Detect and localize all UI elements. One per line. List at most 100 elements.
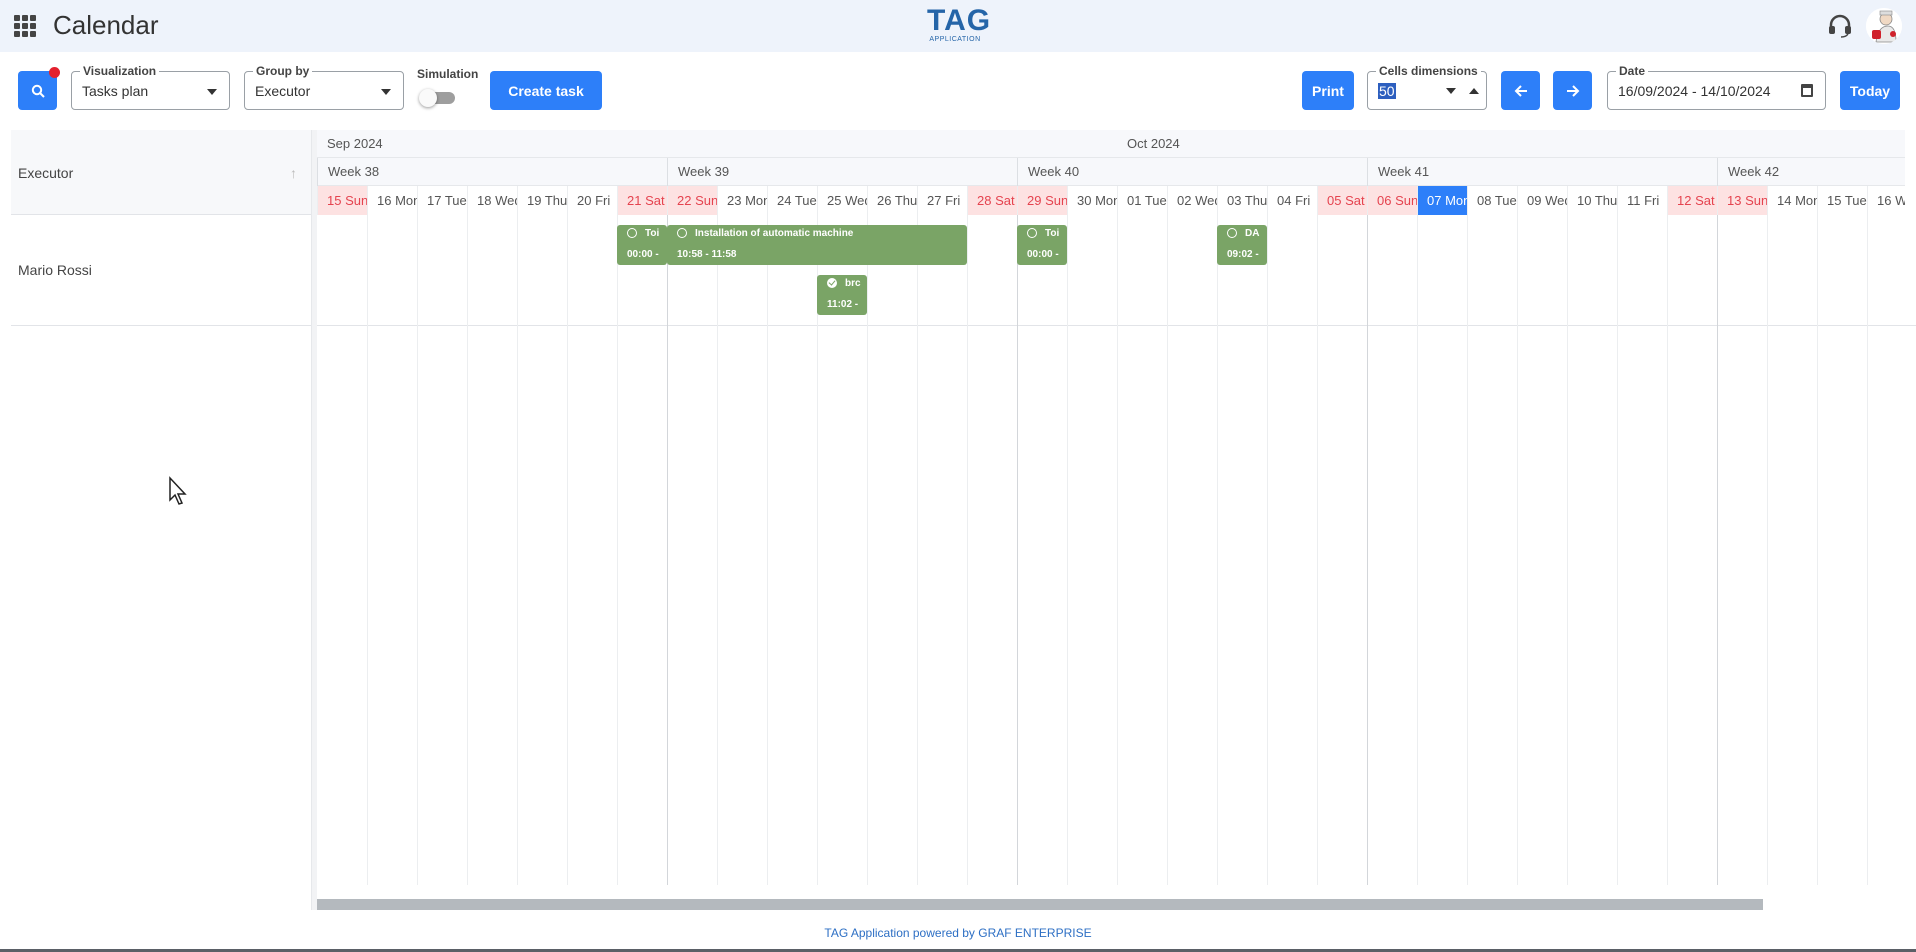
cells-dimensions-input[interactable]: 50	[1378, 83, 1396, 99]
day-header-cell[interactable]: 20 Fri	[567, 186, 617, 215]
grid-line	[1667, 215, 1668, 885]
day-header-cell[interactable]: 24 Tue	[767, 186, 817, 215]
simulation-label: Simulation	[417, 67, 479, 81]
day-header-cell[interactable]: 22 Sun	[667, 186, 717, 215]
decrement-icon[interactable]	[1446, 88, 1456, 94]
previous-period-button[interactable]	[1501, 71, 1540, 110]
calendar-icon[interactable]	[1801, 84, 1813, 97]
today-button[interactable]: Today	[1840, 71, 1900, 110]
day-header-cell[interactable]: 06 Sun	[1367, 186, 1417, 215]
week-label: Week 39	[667, 158, 1017, 186]
apps-grid-icon[interactable]	[14, 15, 36, 37]
grid-line	[1117, 215, 1118, 885]
grid-line	[567, 215, 568, 885]
grid-line	[667, 215, 668, 885]
grid-line	[1617, 215, 1618, 885]
next-period-button[interactable]	[1553, 71, 1592, 110]
day-header-cell[interactable]: 04 Fri	[1267, 186, 1317, 215]
day-header-cell[interactable]: 21 Sat	[617, 186, 667, 215]
task-time: 09:02 -	[1227, 249, 1259, 260]
grid-line	[367, 215, 368, 885]
group-column-header[interactable]: Executor ↑	[11, 130, 311, 215]
group-by-select[interactable]: Group by Executor	[244, 64, 404, 110]
day-header-cell[interactable]: 27 Fri	[917, 186, 967, 215]
grid-line	[1417, 215, 1418, 885]
day-header-cell[interactable]: 10 Thu	[1567, 186, 1617, 215]
day-header-cell[interactable]: 03 Thu	[1217, 186, 1267, 215]
grid-line	[1317, 215, 1318, 885]
task-time: 00:00 -	[627, 249, 659, 260]
day-header-cell[interactable]: 18 Wed	[467, 186, 517, 215]
task-time: 10:58 - 11:58	[677, 249, 737, 260]
day-header-cell[interactable]: 09 Wed	[1517, 186, 1567, 215]
tag-application-logo: TAG APPLICATION	[927, 4, 992, 44]
cells-dimensions-stepper[interactable]: Cells dimensions 50	[1367, 64, 1487, 110]
week-label: Week 38	[317, 158, 667, 186]
task-bar[interactable]: Installation of automatic machine 10:58 -…	[667, 225, 967, 265]
day-header-cell[interactable]: 11 Fri	[1617, 186, 1667, 215]
month-label: Oct 2024	[1127, 136, 1180, 151]
grid-line	[817, 215, 818, 885]
print-button[interactable]: Print	[1302, 71, 1354, 110]
sort-arrow-up-icon[interactable]: ↑	[290, 165, 297, 181]
grid-line	[867, 215, 868, 885]
grid-line	[1867, 215, 1868, 885]
task-bar[interactable]: DA 09:02 -	[1217, 225, 1267, 265]
increment-icon[interactable]	[1469, 88, 1479, 94]
day-header-cell[interactable]: 19 Thu	[517, 186, 567, 215]
grid-line	[917, 215, 918, 885]
week-label: Week 42	[1717, 158, 1905, 186]
day-header-cell[interactable]: 15 Tue	[1817, 186, 1867, 215]
day-header-cell[interactable]: 17 Tue	[417, 186, 467, 215]
task-bar[interactable]: Toi 00:00 -	[617, 225, 667, 265]
day-header-cell[interactable]: 13 Sun	[1717, 186, 1767, 215]
page-title: Calendar	[53, 10, 159, 40]
task-bar[interactable]: brc 11:02 -	[817, 275, 867, 315]
grid-line	[1717, 215, 1718, 885]
create-task-button[interactable]: Create task	[490, 71, 602, 110]
grid-line	[1167, 215, 1168, 885]
task-status-circle-icon[interactable]	[1227, 228, 1237, 238]
day-header-cell[interactable]: 28 Sat	[967, 186, 1017, 215]
arrow-left-icon	[1514, 84, 1527, 97]
simulation-toggle[interactable]	[419, 89, 455, 107]
day-header-cell[interactable]: 14 Mon	[1767, 186, 1817, 215]
month-header-row: Sep 2024 Oct 2024	[317, 130, 1905, 158]
user-avatar[interactable]	[1866, 8, 1902, 44]
notification-dot	[49, 67, 60, 78]
day-header-cell[interactable]: 01 Tue	[1117, 186, 1167, 215]
day-header-cell[interactable]: 16 Wed	[1867, 186, 1905, 215]
chevron-down-icon	[207, 89, 217, 95]
task-bar[interactable]: Toi 00:00 -	[1017, 225, 1067, 265]
search-icon	[31, 84, 45, 98]
footer-credit: TAG Application powered by GRAF ENTERPRI…	[824, 926, 1092, 940]
day-header-cell[interactable]: 29 Sun	[1017, 186, 1067, 215]
task-status-circle-icon[interactable]	[677, 228, 687, 238]
day-header-cell[interactable]: 23 Mon	[717, 186, 767, 215]
grid-line	[1017, 215, 1018, 885]
horizontal-scrollbar[interactable]	[317, 899, 1763, 910]
day-header-cell[interactable]: 16 Mon	[367, 186, 417, 215]
day-header-cell[interactable]: 15 Sun	[317, 186, 367, 215]
date-range-field[interactable]: Date 16/09/2024 - 14/10/2024	[1607, 64, 1826, 110]
day-header-cell[interactable]: 26 Thu	[867, 186, 917, 215]
day-header-cell[interactable]: 05 Sat	[1317, 186, 1367, 215]
grid-line	[1267, 215, 1268, 885]
task-name: Toi	[645, 228, 660, 239]
task-status-circle-icon[interactable]	[1027, 228, 1037, 238]
grid-line	[967, 215, 968, 885]
day-header-cell[interactable]: 08 Tue	[1467, 186, 1517, 215]
visualization-select[interactable]: Visualization Tasks plan	[71, 64, 230, 110]
mouse-pointer-icon	[169, 476, 187, 505]
day-header-cell[interactable]: 30 Mon	[1067, 186, 1117, 215]
task-done-check-icon[interactable]	[827, 278, 837, 288]
top-bar: Calendar TAG APPLICATION	[0, 0, 1916, 52]
arrow-right-icon	[1566, 84, 1579, 97]
day-header-cell[interactable]: 25 Wed	[817, 186, 867, 215]
day-header-cell[interactable]: 12 Sat	[1667, 186, 1717, 215]
day-header-cell[interactable]: 07 Mon	[1417, 186, 1467, 215]
week-header-row: Week 38 Week 39 Week 40 Week 41 Week 42	[317, 158, 1905, 186]
support-headset-icon[interactable]	[1826, 12, 1854, 40]
day-header-cell[interactable]: 02 Wed	[1167, 186, 1217, 215]
task-status-circle-icon[interactable]	[627, 228, 637, 238]
